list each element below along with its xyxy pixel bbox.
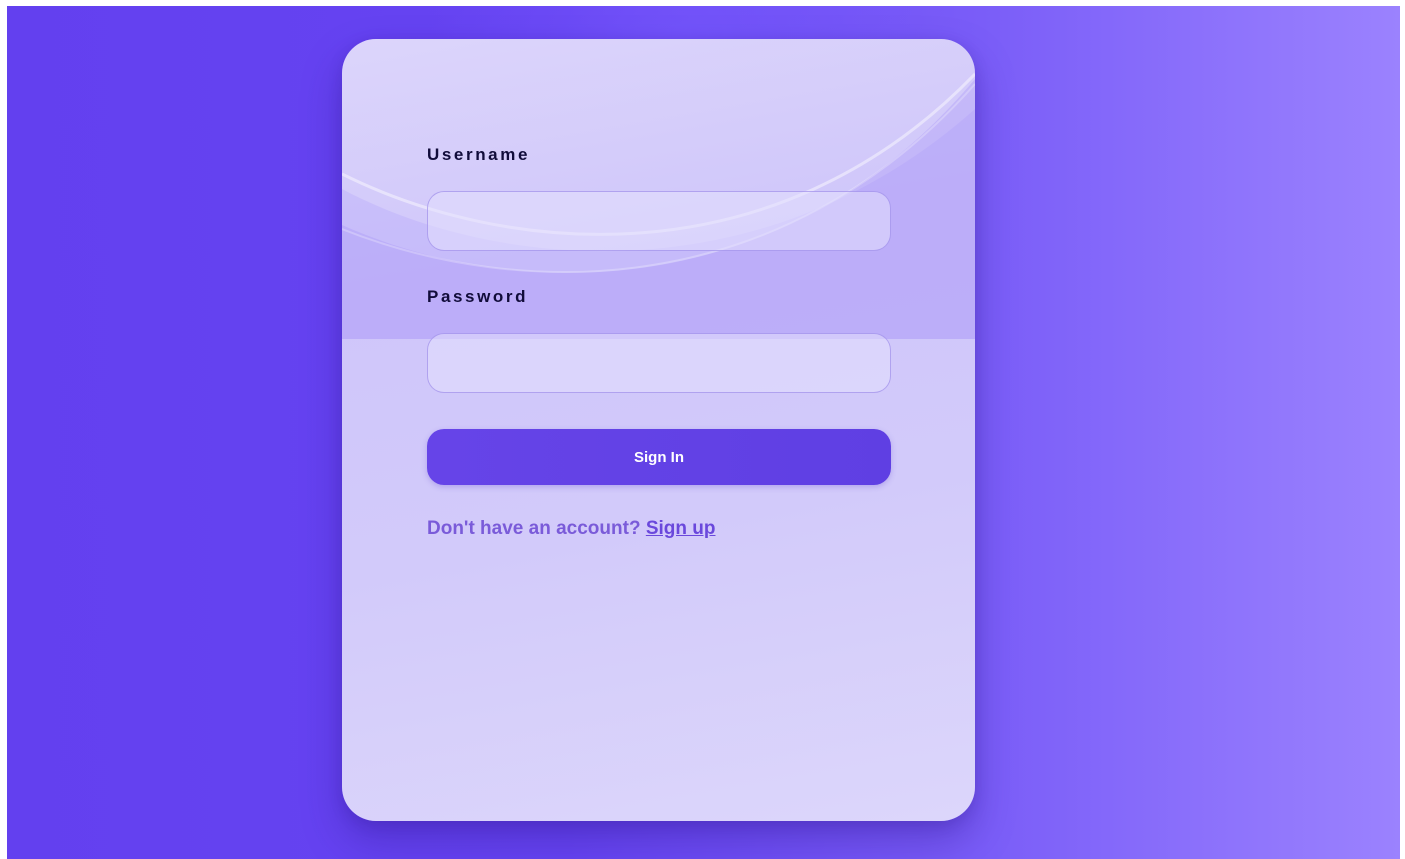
login-card: Username Password Sign In Don't have an … — [342, 39, 975, 821]
username-input[interactable] — [427, 191, 891, 251]
sign-in-button[interactable]: Sign In — [427, 429, 891, 485]
signup-prompt-line: Don't have an account? Sign up — [427, 518, 715, 540]
page-background: Username Password Sign In Don't have an … — [7, 6, 1400, 859]
password-input[interactable] — [427, 333, 891, 393]
username-label: Username — [427, 145, 531, 164]
sign-up-link[interactable]: Sign up — [646, 518, 716, 539]
password-label: Password — [427, 287, 529, 306]
signup-prompt-text: Don't have an account? — [427, 518, 641, 539]
